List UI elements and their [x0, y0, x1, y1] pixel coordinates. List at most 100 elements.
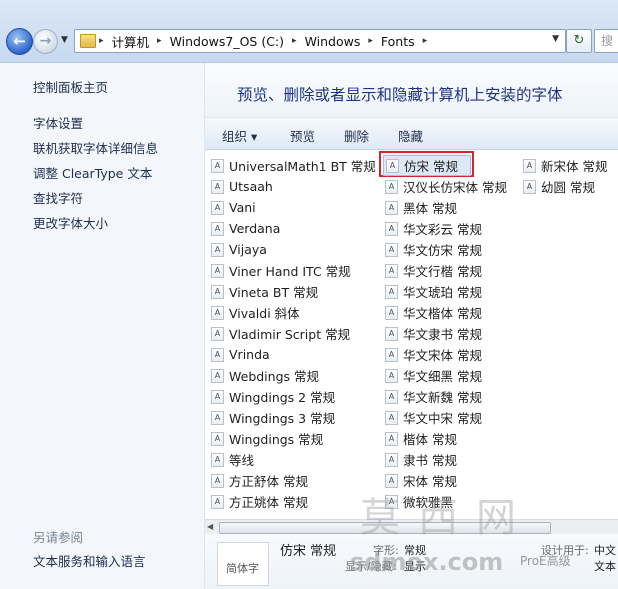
font-item[interactable]: A Vineta BT 常规	[211, 281, 376, 302]
chevron-right-icon[interactable]: ▸	[99, 36, 104, 46]
font-item[interactable]: A Wingdings 常规	[211, 428, 376, 449]
font-name: 华文中宋 常规	[403, 411, 482, 426]
font-name: 方正舒体 常规	[229, 474, 308, 489]
font-item-selected[interactable]: A 仿宋 常规	[383, 155, 471, 176]
font-item[interactable]: A 隶书 常规	[385, 449, 507, 470]
font-file-icon: A	[385, 347, 398, 362]
font-item[interactable]: A Webdings 常规	[211, 365, 376, 386]
adjust-cleartype-link[interactable]: 调整 ClearType 文本	[33, 163, 158, 188]
breadcrumb-fonts[interactable]: Fonts	[381, 34, 415, 49]
organize-button[interactable]: 组织 ▾	[222, 126, 257, 145]
font-item[interactable]: A Verdana	[211, 218, 376, 239]
font-item[interactable]: A UniversalMath1 BT 常规	[211, 155, 376, 176]
font-item[interactable]: A 方正姚体 常规	[211, 491, 376, 512]
chevron-right-icon[interactable]: ▸	[292, 36, 297, 46]
chevron-right-icon[interactable]: ▸	[423, 36, 428, 46]
refresh-button[interactable]: ↻	[566, 29, 592, 53]
chevron-right-icon[interactable]: ▸	[368, 36, 373, 46]
font-item[interactable]: A Vani	[211, 197, 376, 218]
font-item[interactable]: A Vijaya	[211, 239, 376, 260]
font-item[interactable]: A Vladimir Script 常规	[211, 323, 376, 344]
font-file-icon: A	[385, 305, 398, 320]
get-font-info-online-link[interactable]: 联机获取字体详细信息	[33, 138, 158, 163]
font-file-icon: A	[385, 368, 398, 383]
text-services-link[interactable]: 文本服务和输入语言	[33, 551, 146, 570]
back-button[interactable]: ←	[6, 28, 33, 55]
see-also-heading: 另请参阅	[33, 530, 84, 545]
breadcrumb-c-drive[interactable]: Windows7_OS (C:)	[170, 34, 284, 49]
font-settings-link[interactable]: 字体设置	[33, 113, 158, 138]
page-header: 预览、删除或者显示和隐藏计算机上安装的字体	[205, 63, 618, 117]
font-name: UniversalMath1 BT 常规	[229, 159, 376, 174]
address-bar: ← → ▼ ▸ 计算机 ▸ Windows7_OS (C:) ▸ Windows…	[0, 0, 618, 63]
preview-button[interactable]: 预览	[290, 126, 315, 145]
font-item[interactable]: A Viner Hand ITC 常规	[211, 260, 376, 281]
path-dropdown-icon[interactable]: ▼	[552, 34, 559, 44]
font-item[interactable]: A 华文宋体 常规	[385, 344, 507, 365]
font-name: 华文仿宋 常规	[403, 243, 482, 258]
font-item[interactable]: A 楷体 常规	[385, 428, 507, 449]
font-item[interactable]: A 方正舒体 常规	[211, 470, 376, 491]
chevron-right-icon[interactable]: ▸	[157, 36, 162, 46]
recent-pages-dropdown-icon[interactable]: ▼	[61, 35, 68, 45]
font-item[interactable]: A Utsaah	[211, 176, 376, 197]
font-file-icon: A	[211, 221, 224, 236]
font-item[interactable]: A 华文行楷 常规	[385, 260, 507, 281]
font-item[interactable]: A 华文中宋 常规	[385, 407, 507, 428]
font-file-icon: A	[385, 410, 398, 425]
font-name: Vani	[229, 200, 256, 215]
font-file-icon: A	[211, 305, 224, 320]
font-item[interactable]: A 华文隶书 常规	[385, 323, 507, 344]
control-panel-home-link[interactable]: 控制面板主页	[33, 77, 108, 96]
font-name: 新宋体 常规	[541, 159, 608, 174]
delete-button[interactable]: 删除	[344, 126, 369, 145]
hide-button[interactable]: 隐藏	[398, 126, 423, 145]
font-item[interactable]: A 华文新魏 常规	[385, 386, 507, 407]
path-box[interactable]: ▸ 计算机 ▸ Windows7_OS (C:) ▸ Windows ▸ Fon…	[74, 29, 566, 53]
font-file-icon: A	[211, 410, 224, 425]
font-item[interactable]: A 华文细黑 常规	[385, 365, 507, 386]
font-name: 华文琥珀 常规	[403, 285, 482, 300]
watermark-brand: 莫西网	[360, 495, 534, 541]
font-file-icon: A	[211, 200, 224, 215]
font-item[interactable]: A 黑体 常规	[385, 197, 507, 218]
font-file-icon: A	[211, 473, 224, 488]
font-item[interactable]: A 汉仪长仿宋体 常规	[385, 176, 507, 197]
font-item[interactable]: A Wingdings 2 常规	[211, 386, 376, 407]
font-item[interactable]: A 华文仿宋 常规	[385, 239, 507, 260]
font-file-icon: A	[211, 326, 224, 341]
font-list-column-1: A UniversalMath1 BT 常规 A Utsaah A Vani A Ver…	[211, 155, 376, 512]
font-item[interactable]: A Wingdings 3 常规	[211, 407, 376, 428]
font-file-icon: A	[523, 158, 536, 173]
font-item[interactable]: A 华文彩云 常规	[385, 218, 507, 239]
font-file-icon: A	[385, 431, 398, 446]
font-name: 华文新魏 常规	[403, 390, 482, 405]
font-file-icon: A	[523, 179, 536, 194]
font-item[interactable]: A Vivaldi 斜体	[211, 302, 376, 323]
font-name: Webdings 常规	[229, 369, 320, 384]
breadcrumb-windows[interactable]: Windows	[305, 34, 361, 49]
font-name: Vijaya	[229, 242, 267, 257]
task-links: 字体设置 联机获取字体详细信息 调整 ClearType 文本 查找字符 更改字…	[33, 113, 158, 238]
font-file-icon: A	[386, 158, 399, 173]
font-file-icon: A	[385, 179, 398, 194]
font-file-icon: A	[385, 326, 398, 341]
navigation-pane: 控制面板主页 字体设置 联机获取字体详细信息 调整 ClearType 文本 查…	[0, 63, 205, 589]
font-item[interactable]: A Vrinda	[211, 344, 376, 365]
font-item[interactable]: A 等线	[211, 449, 376, 470]
font-file-icon: A	[211, 494, 224, 509]
font-item[interactable]: A 华文琥珀 常规	[385, 281, 507, 302]
scroll-left-arrow-icon[interactable]: ◀	[207, 522, 213, 531]
forward-button[interactable]: →	[33, 29, 58, 54]
font-file-icon: A	[211, 158, 224, 173]
breadcrumb: ▸ 计算机 ▸ Windows7_OS (C:) ▸ Windows ▸ Fon…	[99, 32, 428, 51]
search-input[interactable]: 搜	[594, 29, 618, 53]
font-list-column-2: A 仿宋 常规 A 汉仪长仿宋体 常规 A 黑体 常规 A 华文彩云 常规 A 华文仿宋 …	[383, 155, 507, 512]
font-item[interactable]: A 幼圆 常规	[523, 176, 607, 197]
font-item[interactable]: A 新宋体 常规	[523, 155, 607, 176]
font-item[interactable]: A 华文楷体 常规	[385, 302, 507, 323]
font-name: 仿宋 常规	[404, 159, 458, 174]
breadcrumb-computer[interactable]: 计算机	[112, 32, 150, 51]
change-font-size-link[interactable]: 更改字体大小	[33, 213, 158, 238]
find-character-link[interactable]: 查找字符	[33, 188, 158, 213]
